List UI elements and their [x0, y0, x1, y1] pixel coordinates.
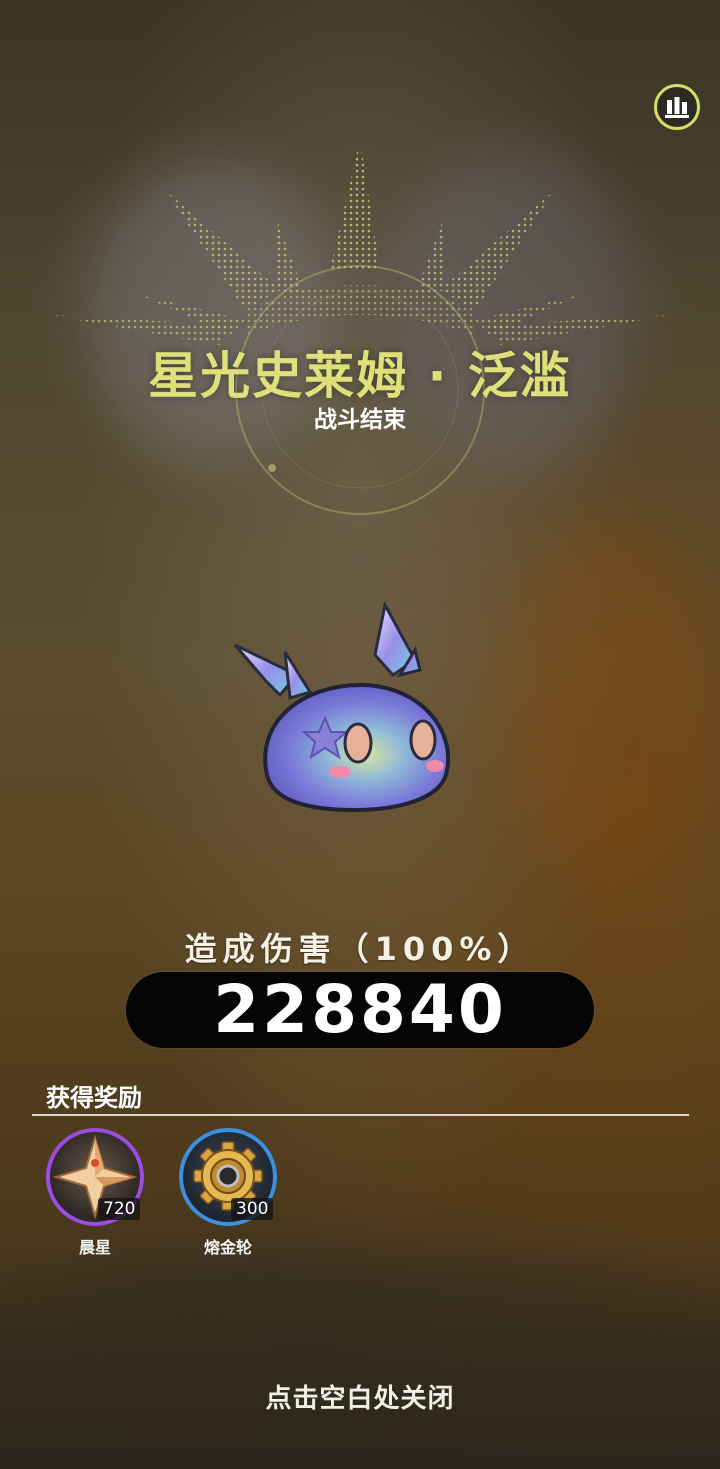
boss-name: 星光史莱姆 · 泛滥 — [148, 347, 572, 405]
rewards-title: 获得奖励 — [46, 1084, 142, 1112]
battle-status: 战斗结束 — [314, 407, 406, 433]
rewards-divider — [32, 1114, 689, 1116]
reward-count: 720 — [98, 1198, 141, 1220]
bottom-shade — [0, 1240, 720, 1469]
damage-label: 造成伤害（100%） — [184, 930, 536, 968]
bar-chart-icon — [665, 97, 689, 118]
close-hint[interactable]: 点击空白处关闭 — [0, 1378, 720, 1415]
reward-count: 300 — [231, 1198, 274, 1220]
damage-value: 228840 — [213, 971, 507, 1048]
background-blur — [500, 520, 720, 880]
crown-emblem — [50, 140, 670, 515]
starlight-slime-icon — [233, 600, 451, 813]
